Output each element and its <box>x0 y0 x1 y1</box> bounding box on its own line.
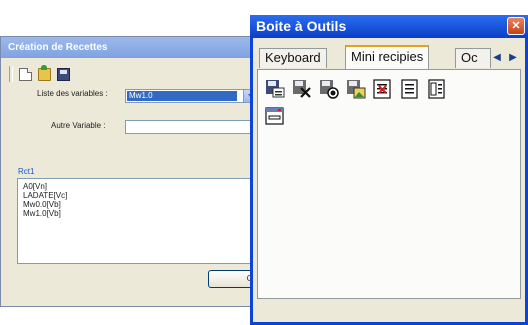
recipe-image-icon[interactable] <box>345 78 367 100</box>
new-file-icon[interactable] <box>19 67 32 81</box>
tab-keyboard[interactable]: Keyboard <box>259 48 327 68</box>
tab-scroll-right[interactable]: ▶ <box>507 50 519 66</box>
recettes-toolbar <box>9 64 70 83</box>
recipe-variable-list-icon[interactable] <box>426 78 448 100</box>
tab-scroll-left[interactable]: ◀ <box>491 50 503 66</box>
tab-oc[interactable]: Oc <box>455 48 491 68</box>
recipe-record-icon[interactable] <box>318 78 340 100</box>
toolbox-tabs: Keyboard Mini recipies Oc ◀ ▶ <box>257 44 528 70</box>
autre-variable-label: Autre Variable : <box>51 121 106 130</box>
autre-variable-input[interactable] <box>125 120 259 134</box>
liste-variables-label: Liste des variables : <box>37 89 108 98</box>
recipe-save-icon[interactable] <box>264 78 286 100</box>
open-folder-icon[interactable] <box>38 64 51 81</box>
liste-variables-value: Mw1.0 <box>127 91 237 101</box>
recipe-delete-icon[interactable] <box>291 78 313 100</box>
save-icon[interactable] <box>57 67 70 81</box>
toolbox-window: Boite à Outils ✕ Keyboard Mini recipies … <box>250 15 528 325</box>
recipe-list-icon[interactable] <box>399 78 421 100</box>
liste-variables-select[interactable]: Mw1.0 <box>125 89 259 103</box>
toolbar-separator <box>9 66 13 82</box>
recipe-section-label: Rct1 <box>18 167 35 176</box>
recipe-list-delete-icon[interactable] <box>372 78 394 100</box>
toolbox-title: Boite à Outils ✕ <box>250 15 528 38</box>
tab-mini-recipies[interactable]: Mini recipies <box>345 45 430 69</box>
close-button[interactable]: ✕ <box>507 17 525 35</box>
mini-recipes-panel <box>257 69 521 299</box>
toolbox-title-text: Boite à Outils <box>256 18 347 34</box>
recipe-window-icon[interactable] <box>264 105 286 127</box>
